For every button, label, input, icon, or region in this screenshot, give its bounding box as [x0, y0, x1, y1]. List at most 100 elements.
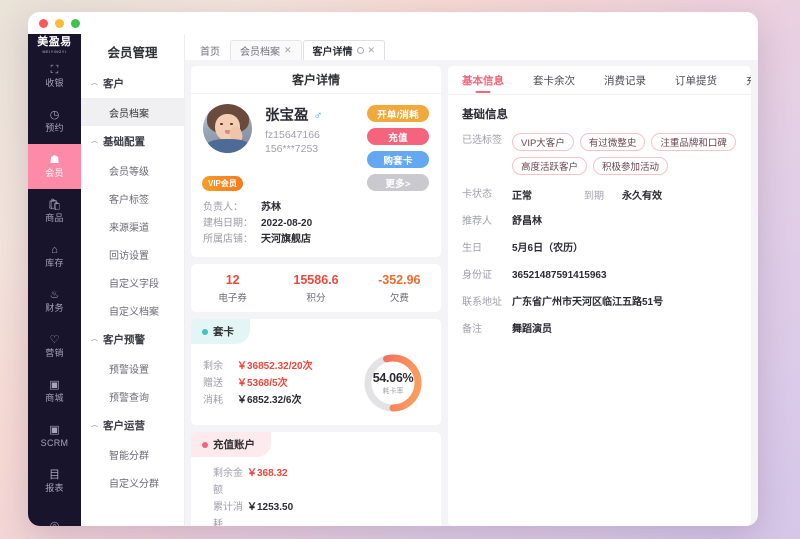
tab-客户详情[interactable]: 客户详情 ✕: [302, 40, 386, 60]
kv-key: 剩余: [203, 360, 223, 372]
rail-item-商品[interactable]: 🛍 商品: [28, 189, 81, 234]
menu-item-会员档案[interactable]: 会员档案: [81, 98, 184, 126]
rail-item-营销[interactable]: ♡ 营销: [28, 324, 81, 369]
field-label: 推荐人: [462, 216, 492, 227]
menu-group-label: 基础配置: [103, 135, 145, 148]
right-panel-body: 基础信息 已选标签 VIP大客户 有过微整史 注重品牌和口碑 高度活跃客户 积极参加活动…: [448, 95, 751, 337]
menu-group-基础配置[interactable]: ︿ 基础配置: [81, 126, 184, 156]
teal-dot-icon: [202, 328, 208, 335]
right-tab-基本信息[interactable]: 基本信息: [462, 66, 504, 95]
field-row-身份证: 身份证 36521487591415963: [462, 268, 737, 283]
field-value: 正常: [512, 191, 532, 202]
minimize-window-button[interactable]: [55, 18, 64, 28]
meta-row: 所属店铺： 天河旗舰店: [203, 232, 429, 248]
maximize-window-button[interactable]: [71, 18, 80, 28]
menu-item-客户标签[interactable]: 客户标签: [81, 184, 184, 212]
menu-group-客户[interactable]: ︿ 客户: [81, 68, 184, 98]
kv-key: 消耗: [203, 394, 223, 406]
donut-center-label: 54.06% 耗卡率: [362, 352, 424, 414]
close-window-button[interactable]: [39, 18, 48, 28]
rail-item-库存[interactable]: ⌂ 库存: [28, 234, 81, 279]
rail-item-预约[interactable]: ◷ 预约: [28, 99, 81, 144]
menu-group-客户预警[interactable]: ︿ 客户预警: [81, 324, 184, 354]
donut-percent: 54.06%: [372, 370, 414, 385]
kv-key: 赠送: [203, 377, 223, 389]
chevron-up-icon: ︿: [91, 80, 98, 87]
kv-value: ￥5368/5次: [237, 377, 288, 389]
action-button-更多>[interactable]: 更多>: [367, 174, 429, 191]
chevron-up-icon: ︿: [91, 422, 98, 429]
rail-item-收银[interactable]: ⛶ 收银: [28, 54, 81, 99]
customer-code: fz15647166: [265, 129, 320, 141]
field-value: 广东省广州市天河区临江五路51号: [512, 297, 664, 308]
menu-item-预警查询[interactable]: 预警查询: [81, 382, 184, 410]
finance-icon: ♨: [49, 288, 60, 301]
content-area: 首页 会员档案 ✕ 客户详情 ✕ 客户详情 VIP会员 张宝盈 ♂ fz1564…: [185, 34, 758, 526]
rail-item-商城[interactable]: ▣ 商城: [28, 369, 81, 414]
meta-value: 天河旗舰店: [261, 234, 311, 245]
usage-donut-chart: 54.06% 耗卡率: [362, 352, 424, 414]
menu-item-预警设置[interactable]: 预警设置: [81, 354, 184, 382]
action-button-开单/消耗[interactable]: 开单/消耗: [367, 105, 429, 122]
field-value-secondary: 永久有效: [622, 191, 662, 202]
panes: 客户详情 VIP会员 张宝盈 ♂ fz15647166 156***7253 开…: [185, 60, 758, 526]
action-button-充值[interactable]: 充值: [367, 128, 429, 145]
right-panel: 基本信息套卡余次消费记录订单提货 充值账户 基础信息 已选标签 VIP大客户有过微…: [448, 66, 751, 526]
right-tab-消费记录[interactable]: 消费记录: [604, 66, 646, 95]
rail-item-会员[interactable]: ☗ 会员: [28, 143, 81, 189]
tab-首页[interactable]: 首页: [191, 40, 229, 60]
kv-row: 剩余金额 ￥368.32: [213, 465, 429, 499]
rail-item-财务[interactable]: ♨ 财务: [28, 279, 81, 324]
menu-item-会员等级[interactable]: 会员等级: [81, 156, 184, 184]
tag-chip[interactable]: VIP大客户: [512, 133, 574, 151]
field-inline-pair: 正常 到期 永久有效: [512, 187, 662, 202]
tag-chip[interactable]: 注重品牌和口碑: [651, 133, 736, 151]
tag-chip[interactable]: 有过微整史: [579, 133, 646, 151]
tab-label: 客户详情: [312, 47, 353, 58]
report-icon: 目: [49, 468, 60, 481]
package-card-header: 套卡: [191, 319, 250, 344]
action-button-购套卡[interactable]: 购套卡: [367, 151, 429, 168]
menu-title: 会员管理: [107, 45, 158, 60]
field-value: 5月6日（农历）: [512, 243, 584, 254]
rail-item-报表[interactable]: 目报表: [28, 459, 81, 504]
stat-value: 12: [225, 273, 240, 287]
tab-bar: 首页 会员档案 ✕ 客户详情 ✕: [185, 34, 758, 60]
menu-item-智能分群[interactable]: 智能分群: [81, 440, 184, 468]
stat-电子券: 12 电子券: [191, 273, 274, 304]
customer-meta: 负责人： 苏林 建档日期： 2022-08-20 所属店铺： 天河旗舰店: [191, 200, 441, 257]
close-tab-icon[interactable]: ✕: [284, 45, 292, 56]
meta-value: 苏林: [261, 202, 281, 213]
menu-item-自定义字段[interactable]: 自定义字段: [81, 268, 184, 296]
menu-item-自定义分群[interactable]: 自定义分群: [81, 468, 184, 496]
field-label: 生日: [462, 243, 482, 254]
menu-item-回访设置[interactable]: 回访设置: [81, 240, 184, 268]
donut-wrapper: 54.06% 耗卡率: [357, 352, 429, 414]
cashier-icon: ⛶: [50, 63, 59, 76]
rail-item-label: 财务: [45, 302, 64, 313]
tab-会员档案[interactable]: 会员档案 ✕: [230, 40, 302, 60]
stat-label: 积分: [306, 293, 326, 304]
rail-item-label: 会员: [45, 167, 64, 178]
close-tab-icon[interactable]: ✕: [368, 45, 376, 56]
menu-item-自定义档案[interactable]: 自定义档案: [81, 296, 184, 324]
field-value: 舞蹈演员: [512, 324, 552, 335]
field-label: 卡状态: [462, 189, 492, 200]
tag-chip[interactable]: 积极参加活动: [593, 157, 669, 175]
right-tab-充值账户[interactable]: 充值账户: [746, 66, 751, 95]
tag-chip[interactable]: 高度活跃客户: [512, 157, 588, 175]
rail-item-SCRM[interactable]: ▣ SCRM: [28, 414, 81, 459]
donut-subtitle: 耗卡率: [382, 387, 404, 395]
right-tab-订单提货[interactable]: 订单提货: [675, 66, 717, 95]
field-row-生日: 生日 5月6日（农历）: [462, 241, 737, 256]
menu-group-客户运营[interactable]: ︿ 客户运营: [81, 410, 184, 440]
menu-item-来源渠道[interactable]: 来源渠道: [81, 212, 184, 240]
stat-欠费: -352.96 欠费: [358, 273, 441, 304]
stat-label: 电子券: [218, 293, 247, 304]
rail-item-label: 库存: [45, 257, 64, 268]
kv-row: 赠送 ￥5368/5次: [203, 375, 357, 392]
field-label: 联系地址: [462, 297, 502, 308]
rail-item-settings[interactable]: ◎: [28, 504, 81, 526]
stat-value: 15586.6: [293, 273, 339, 287]
right-tab-套卡余次[interactable]: 套卡余次: [533, 66, 575, 95]
